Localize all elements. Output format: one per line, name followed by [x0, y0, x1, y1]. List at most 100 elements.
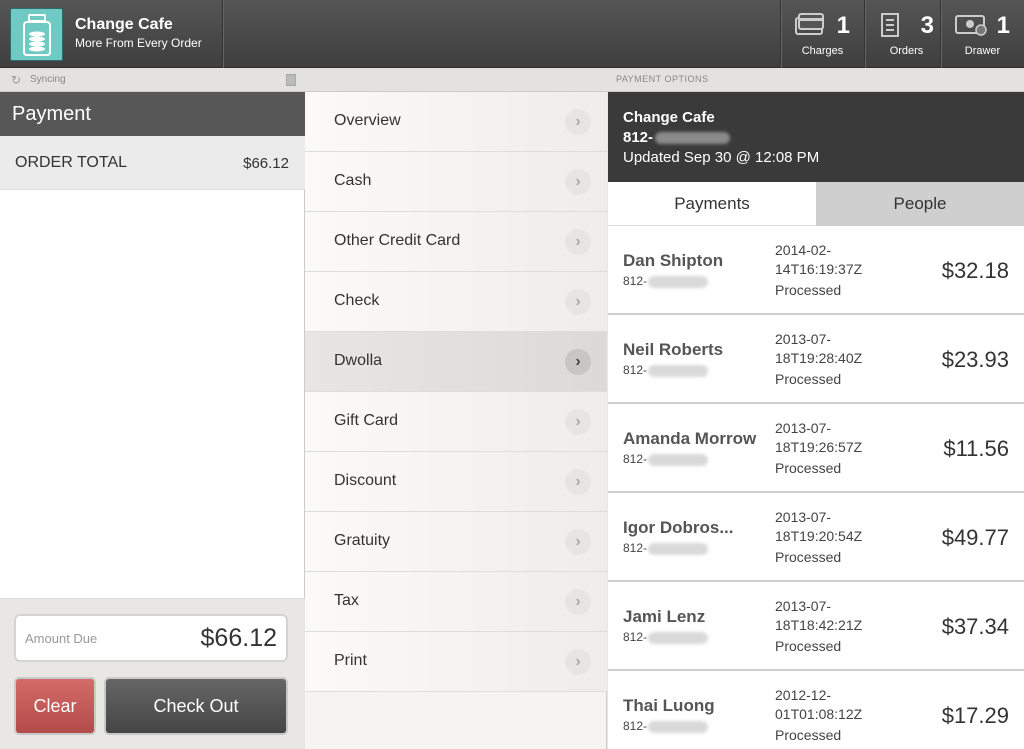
- payment-header: Payment: [0, 92, 305, 136]
- checkout-button[interactable]: Check Out: [104, 677, 288, 735]
- tab-payments[interactable]: Payments: [608, 182, 816, 226]
- menu-item-check[interactable]: Check ›: [305, 272, 607, 332]
- menu-item-overview[interactable]: Overview ›: [305, 92, 607, 152]
- sync-bar: ↻ Syncing: [0, 68, 305, 92]
- document-icon[interactable]: [286, 74, 296, 86]
- order-total-row: ORDER TOTAL $66.12: [0, 136, 305, 190]
- jar-icon[interactable]: [10, 8, 63, 61]
- menu-item-tax[interactable]: Tax ›: [305, 572, 607, 632]
- menu-item-label: Print: [334, 652, 367, 669]
- menu-item-dwolla[interactable]: Dwolla ›: [305, 332, 607, 392]
- payment-status: Processed: [775, 282, 842, 298]
- top-bar: Change Cafe More From Every Order 1 Char…: [0, 0, 1024, 68]
- customer-panel: Change Cafe 812- Updated Sep 30 @ 12:08 …: [608, 92, 1024, 749]
- chevron-right-icon: ›: [565, 169, 591, 195]
- redacted-phone: [648, 275, 709, 288]
- receipt-icon: [880, 12, 900, 43]
- payment-time: 01T01:08:12Z: [775, 706, 863, 722]
- redacted-phone: [648, 720, 709, 733]
- payer-name: Amanda Morrow: [623, 429, 757, 448]
- charges-label: Charges: [801, 45, 844, 57]
- menu-item-gift-card[interactable]: Gift Card ›: [305, 392, 607, 452]
- orders-button[interactable]: 3 Orders: [864, 0, 948, 68]
- list-item[interactable]: Thai Luong 812- 2012-12- 01T01:08:12Z Pr…: [608, 671, 1024, 749]
- payer-name: Igor Dobros...: [623, 518, 734, 537]
- chevron-right-icon: ›: [565, 289, 591, 315]
- order-total-value: $66.12: [243, 155, 289, 172]
- menu-item-cash[interactable]: Cash ›: [305, 152, 607, 212]
- chevron-right-icon: ›: [565, 349, 591, 375]
- payment-status: Processed: [775, 549, 842, 565]
- list-item[interactable]: Dan Shipton 812- 2014-02- 14T16:19:37Z P…: [608, 226, 1024, 315]
- menu-item-gratuity[interactable]: Gratuity ›: [305, 512, 607, 572]
- payer-phone: 812-: [623, 541, 709, 555]
- payment-status: Processed: [775, 638, 842, 654]
- menu-item-print[interactable]: Print ›: [305, 632, 607, 692]
- customer-header: Change Cafe 812- Updated Sep 30 @ 12:08 …: [608, 92, 1024, 182]
- drawer-count: 1: [996, 12, 1010, 39]
- tab-people[interactable]: People: [816, 182, 1024, 226]
- payment-date: 2013-07-: [775, 598, 832, 614]
- payment-status: Processed: [775, 727, 842, 743]
- customer-updated: Updated Sep 30 @ 12:08 PM: [623, 149, 820, 166]
- payment-title: Payment: [12, 103, 91, 125]
- charges-button[interactable]: 1 Charges: [780, 0, 864, 68]
- payment-date: 2013-07-: [775, 509, 832, 525]
- divider: [222, 0, 223, 68]
- menu-item-label: Dwolla: [334, 352, 383, 369]
- payer-phone-prefix: 812-: [623, 719, 648, 733]
- customer-phone: 812-: [623, 129, 731, 146]
- list-item[interactable]: Neil Roberts 812- 2013-07- 18T19:28:40Z …: [608, 315, 1024, 404]
- payer-name: Neil Roberts: [623, 340, 724, 359]
- payment-date: 2014-02-: [775, 242, 832, 258]
- payment-actions: Amount Due $66.12 Clear Check Out: [0, 598, 305, 749]
- chevron-right-icon: ›: [565, 649, 591, 675]
- payer-name: Thai Luong: [623, 696, 715, 715]
- sync-icon: ↻: [11, 73, 22, 87]
- payer-phone: 812-: [623, 630, 709, 644]
- redacted-phone: [648, 364, 709, 377]
- payment-date: 2013-07-: [775, 420, 832, 436]
- order-total-label: ORDER TOTAL: [15, 154, 128, 171]
- payer-phone-prefix: 812-: [623, 452, 648, 466]
- menu-item-label: Other Credit Card: [334, 232, 461, 249]
- payer-phone-prefix: 812-: [623, 363, 648, 377]
- payment-amount: $32.18: [941, 258, 1009, 283]
- list-item[interactable]: Jami Lenz 812- 2013-07- 18T18:42:21Z Pro…: [608, 582, 1024, 671]
- sync-status: Syncing: [30, 74, 66, 85]
- brand-subtitle: More From Every Order: [75, 36, 202, 50]
- customer-name: Change Cafe: [623, 109, 715, 126]
- payment-amount: $17.29: [941, 703, 1009, 728]
- list-item[interactable]: Igor Dobros... 812- 2013-07- 18T19:20:54…: [608, 493, 1024, 582]
- payer-phone: 812-: [623, 363, 709, 377]
- payment-time: 18T19:20:54Z: [775, 528, 863, 544]
- payment-date: 2013-07-: [775, 331, 832, 347]
- menu-item-label: Cash: [334, 172, 372, 189]
- amount-due-field[interactable]: Amount Due $66.12: [14, 614, 288, 662]
- payment-time: 18T18:42:21Z: [775, 617, 863, 633]
- payer-phone-prefix: 812-: [623, 541, 648, 555]
- drawer-button[interactable]: 1 Drawer: [940, 0, 1024, 68]
- clear-button[interactable]: Clear: [14, 677, 96, 735]
- menu-item-discount[interactable]: Discount ›: [305, 452, 607, 512]
- redacted-phone: [648, 453, 709, 466]
- credit-card-icon: [795, 12, 825, 41]
- customer-phone-prefix: 812-: [623, 129, 654, 146]
- cash-drawer-icon: [955, 12, 987, 41]
- menu-item-other-credit-card[interactable]: Other Credit Card ›: [305, 212, 607, 272]
- payer-phone: 812-: [623, 452, 709, 466]
- redacted-phone: [655, 132, 731, 145]
- list-item[interactable]: Amanda Morrow 812- 2013-07- 18T19:26:57Z…: [608, 404, 1024, 493]
- chevron-right-icon: ›: [565, 589, 591, 615]
- payer-phone: 812-: [623, 274, 709, 288]
- payment-date: 2012-12-: [775, 687, 832, 703]
- chevron-right-icon: ›: [565, 469, 591, 495]
- payer-phone-prefix: 812-: [623, 274, 648, 288]
- brand-title: Change Cafe: [75, 16, 173, 33]
- orders-count: 3: [920, 12, 934, 39]
- menu-item-label: Gift Card: [334, 412, 399, 429]
- payer-name: Jami Lenz: [623, 607, 706, 626]
- payment-status: Processed: [775, 371, 842, 387]
- payer-phone: 812-: [623, 719, 709, 733]
- payment-amount: $11.56: [943, 436, 1009, 461]
